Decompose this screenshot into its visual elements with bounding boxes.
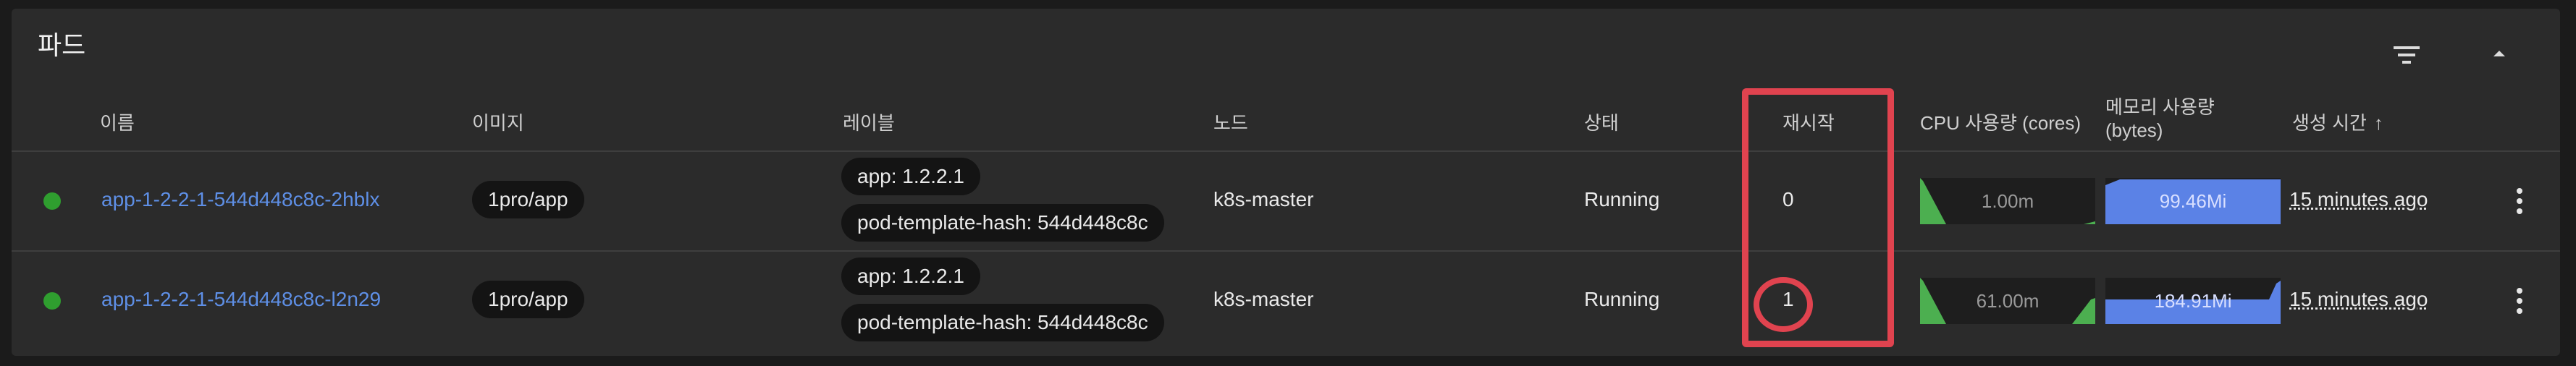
running-status-icon (43, 292, 61, 310)
restart-count-highlight-circle (1754, 277, 1813, 332)
column-header-created[interactable]: 생성 시간 ↑ (2292, 108, 2383, 135)
column-header-memory-line2: (bytes) (2105, 119, 2163, 141)
created-age[interactable]: 15 minutes ago (2289, 188, 2428, 211)
label-chip: app: 1.2.2.1 (841, 258, 980, 295)
running-status-icon (43, 192, 61, 210)
row-menu-button[interactable] (2505, 179, 2534, 223)
label-chip: pod-template-hash: 544d448c8c (841, 204, 1164, 242)
column-header-status[interactable]: 상태 (1584, 108, 1619, 135)
label-chip: app: 1.2.2.1 (841, 158, 980, 195)
pod-name-link[interactable]: app-1-2-2-1-544d448c8c-l2n29 (101, 288, 381, 311)
status-value: Running (1584, 288, 1660, 310)
column-header-cpu: CPU 사용량 (cores) (1920, 112, 2081, 134)
column-header-created-label: 생성 시간 (2292, 112, 2367, 134)
label-chip: pod-template-hash: 544d448c8c (841, 304, 1164, 341)
collapse-button[interactable] (2478, 33, 2521, 74)
filter-button[interactable] (2386, 35, 2427, 75)
created-age[interactable]: 15 minutes ago (2289, 288, 2428, 311)
pod-name-link[interactable]: app-1-2-2-1-544d448c8c-2hblx (101, 188, 379, 211)
column-header-memory-line1: 메모리 사용량 (2105, 96, 2215, 118)
sort-ascending-icon: ↑ (2373, 112, 2383, 134)
filter-lines-icon (2394, 46, 2420, 64)
column-header-node[interactable]: 노드 (1213, 108, 1248, 135)
memory-usage-value: 184.91Mi (2154, 290, 2232, 312)
kebab-vertical-icon (2517, 188, 2522, 214)
memory-usage-value: 99.46Mi (2159, 190, 2227, 212)
column-header-memory: 메모리 사용량 (bytes) (2105, 95, 2215, 142)
node-value: k8s-master (1213, 288, 1314, 310)
image-chip: 1pro/app (472, 281, 584, 318)
kebab-vertical-icon (2517, 288, 2522, 314)
triangle-up-icon (2493, 51, 2505, 56)
column-header-image: 이미지 (472, 112, 524, 134)
image-chip: 1pro/app (472, 181, 584, 218)
table-row: app-1-2-2-1-544d448c8c-l2n29 1pro/app ap… (12, 252, 2560, 350)
column-header-labels: 레이블 (843, 112, 895, 134)
table-row: app-1-2-2-1-544d448c8c-2hblx 1pro/app ap… (12, 152, 2560, 250)
panel-title: 파드 (38, 30, 86, 60)
node-value: k8s-master (1213, 188, 1314, 210)
cpu-usage-value: 61.00m (1976, 290, 2040, 312)
column-header-name[interactable]: 이름 (100, 108, 135, 135)
cpu-usage-value: 1.00m (1981, 190, 2034, 212)
row-menu-button[interactable] (2505, 279, 2534, 323)
status-value: Running (1584, 188, 1660, 210)
